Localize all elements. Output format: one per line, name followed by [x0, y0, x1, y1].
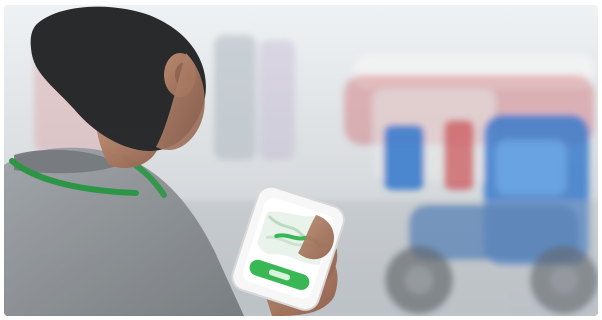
image-frame [0, 0, 602, 320]
photo [4, 5, 598, 316]
photo-illustration [4, 5, 598, 316]
